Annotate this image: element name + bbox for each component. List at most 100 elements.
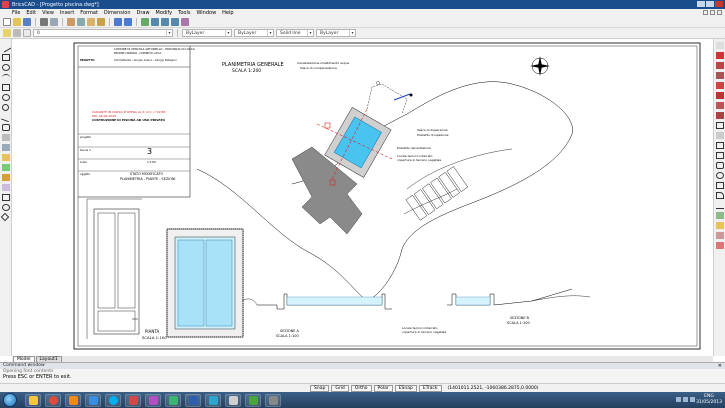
circle-icon[interactable] xyxy=(2,64,10,71)
open-icon[interactable] xyxy=(13,18,21,26)
hatch-icon[interactable] xyxy=(2,134,10,141)
doc-minimize-button[interactable] xyxy=(703,10,708,15)
taskbar-chrome[interactable] xyxy=(45,393,61,407)
menu-window[interactable]: Window xyxy=(193,10,219,16)
close-icon[interactable]: ✕ xyxy=(718,363,722,369)
print-icon[interactable] xyxy=(40,18,48,26)
start-button[interactable] xyxy=(3,393,17,407)
mirror-icon[interactable] xyxy=(716,62,724,69)
edit-polyline-icon[interactable] xyxy=(716,212,724,219)
scale-icon[interactable] xyxy=(716,112,724,119)
minimize-button[interactable] xyxy=(697,1,705,7)
menu-format[interactable]: Format xyxy=(77,10,101,16)
match-properties-icon[interactable] xyxy=(97,18,105,26)
zoom-extents-icon[interactable] xyxy=(171,18,179,26)
menu-tools[interactable]: Tools xyxy=(175,10,193,16)
break-icon[interactable] xyxy=(716,162,724,169)
text-icon[interactable] xyxy=(2,174,10,181)
region-icon[interactable] xyxy=(2,144,10,151)
menu-draw[interactable]: Draw xyxy=(133,10,152,16)
spline-icon[interactable] xyxy=(1,112,11,123)
move-icon[interactable] xyxy=(716,92,724,99)
rectangle-icon[interactable] xyxy=(2,84,10,91)
arc-icon[interactable] xyxy=(2,74,10,81)
menu-edit[interactable]: Edit xyxy=(23,10,39,16)
taskbar-explorer[interactable] xyxy=(25,393,41,407)
join-icon[interactable] xyxy=(716,172,724,179)
mtext-icon[interactable] xyxy=(2,184,10,191)
command-prompt[interactable]: Press ESC or ENTER to exit. xyxy=(0,374,725,381)
taskbar-app6[interactable] xyxy=(205,393,221,407)
layer-manager-icon[interactable] xyxy=(3,29,11,37)
taskbar-app3[interactable] xyxy=(145,393,161,407)
ortho-toggle[interactable]: Ortho xyxy=(350,384,372,392)
grid-toggle[interactable]: Grid xyxy=(331,384,349,392)
color-combo[interactable]: ByLayer ▾ xyxy=(182,29,232,37)
pan-icon[interactable] xyxy=(141,18,149,26)
insert-icon[interactable] xyxy=(2,164,10,171)
erase-icon[interactable] xyxy=(716,42,724,49)
extend-icon[interactable] xyxy=(716,152,724,159)
fillet-icon[interactable] xyxy=(716,192,724,199)
lineweight-combo[interactable]: Solid line ▾ xyxy=(276,29,314,37)
copy-icon[interactable] xyxy=(77,18,85,26)
print-preview-icon[interactable] xyxy=(50,18,58,26)
flag-icon[interactable] xyxy=(690,397,695,402)
snap-toggle[interactable]: Snap xyxy=(310,384,330,392)
linetype-combo[interactable]: ByLayer ▾ xyxy=(234,29,274,37)
wipeout-icon[interactable] xyxy=(0,212,10,222)
clock[interactable]: ENG 31/05/2013 xyxy=(696,394,722,406)
tool-palette-icon[interactable] xyxy=(716,242,724,249)
plotstyle-combo[interactable]: ByLayer ▾ xyxy=(316,29,356,37)
polygon-icon[interactable] xyxy=(2,124,10,131)
redo-icon[interactable] xyxy=(124,18,132,26)
menu-modify[interactable]: Modify xyxy=(153,10,176,16)
layer-state-icon[interactable] xyxy=(13,29,21,37)
line-icon[interactable] xyxy=(0,42,12,53)
taskbar-app[interactable] xyxy=(85,393,101,407)
taskbar-app5[interactable] xyxy=(185,393,201,407)
app-icon[interactable] xyxy=(2,1,9,8)
taskbar-app4[interactable] xyxy=(165,393,181,407)
trim-icon[interactable] xyxy=(716,142,724,149)
explorer-icon[interactable] xyxy=(716,232,724,239)
polyline-icon[interactable] xyxy=(2,54,10,61)
menu-help[interactable]: Help xyxy=(219,10,236,16)
chamfer-icon[interactable] xyxy=(716,182,724,189)
table-icon[interactable] xyxy=(2,194,10,201)
layer-visibility-icon[interactable] xyxy=(23,29,31,37)
volume-icon[interactable] xyxy=(683,397,688,402)
point-icon[interactable] xyxy=(2,204,10,211)
properties-icon[interactable] xyxy=(181,18,189,26)
block-icon[interactable] xyxy=(2,154,10,161)
new-icon[interactable] xyxy=(3,18,11,26)
esnap-toggle[interactable]: ESnap xyxy=(394,384,417,392)
undo-icon[interactable] xyxy=(114,18,122,26)
network-icon[interactable] xyxy=(676,397,681,402)
polar-toggle[interactable]: Polar xyxy=(373,384,393,392)
menu-dimension[interactable]: Dimension xyxy=(101,10,134,16)
properties-panel-icon[interactable] xyxy=(716,222,724,229)
rotate-icon[interactable] xyxy=(716,102,724,109)
save-icon[interactable] xyxy=(23,18,31,26)
menu-view[interactable]: View xyxy=(39,10,57,16)
etrack-toggle[interactable]: ETrack xyxy=(418,384,442,392)
zoom-icon[interactable] xyxy=(151,18,159,26)
layer-combo[interactable]: 0 ▾ xyxy=(33,29,173,37)
maximize-button[interactable] xyxy=(706,1,714,7)
zoom-window-icon[interactable] xyxy=(161,18,169,26)
cut-icon[interactable] xyxy=(67,18,75,26)
taskbar-bricscad[interactable] xyxy=(245,393,261,407)
offset-icon[interactable] xyxy=(716,72,724,79)
doc-restore-button[interactable] xyxy=(710,10,715,15)
array-icon[interactable] xyxy=(716,82,724,89)
menu-file[interactable]: File xyxy=(9,10,23,16)
taskbar-app7[interactable] xyxy=(225,393,241,407)
taskbar-media[interactable] xyxy=(65,393,81,407)
taskbar-skype[interactable] xyxy=(105,393,121,407)
explode-icon[interactable] xyxy=(716,202,724,209)
taskbar-app2[interactable] xyxy=(125,393,141,407)
taskbar-app8[interactable] xyxy=(265,393,281,407)
doc-close-button[interactable] xyxy=(717,10,722,15)
donut-icon[interactable] xyxy=(2,104,9,111)
